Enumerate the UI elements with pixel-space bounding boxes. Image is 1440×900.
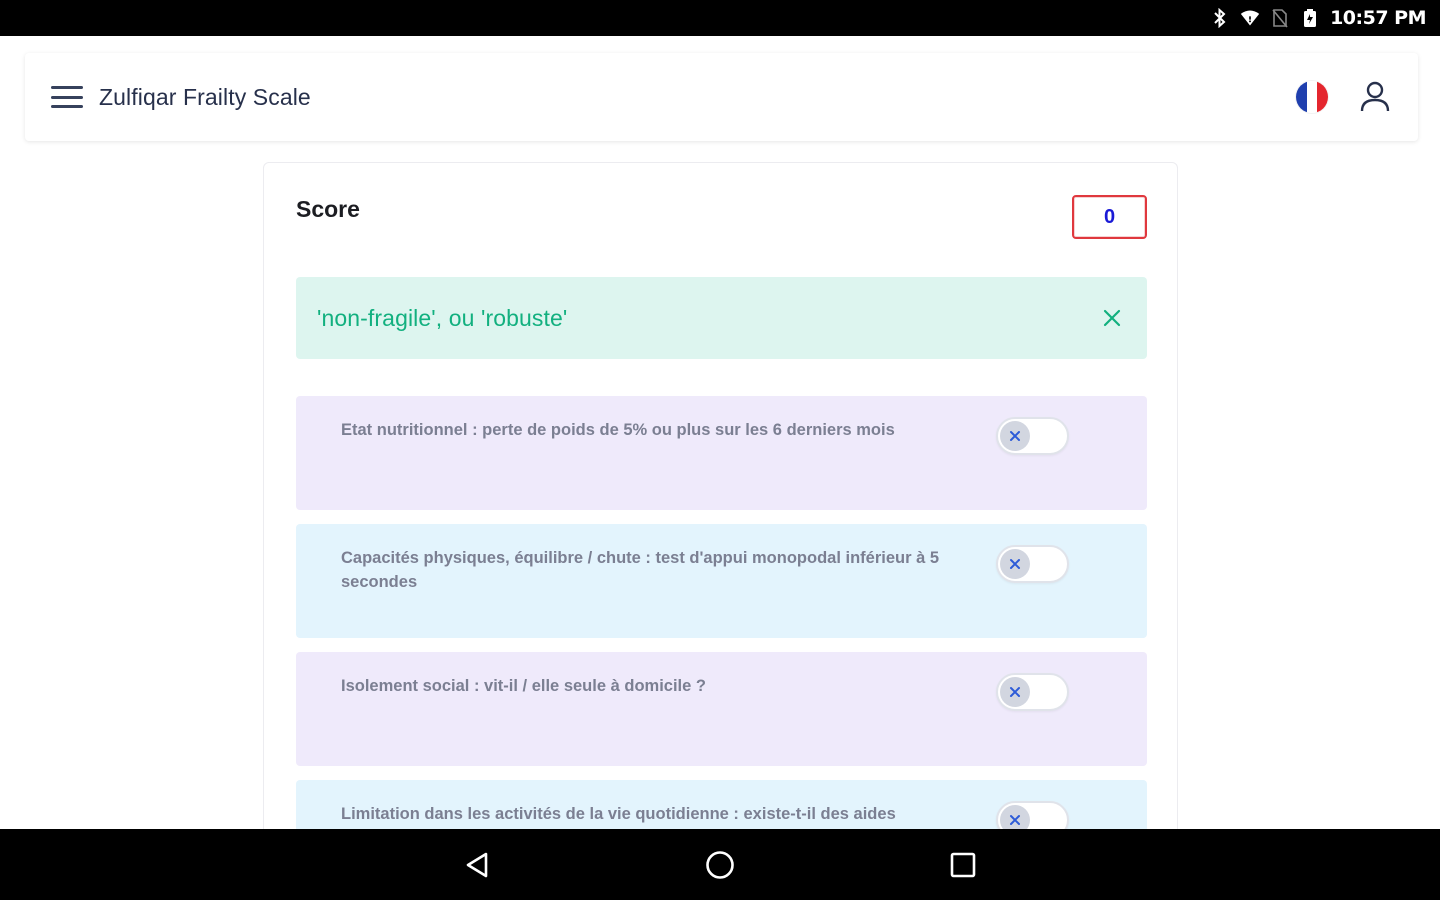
score-label: Score — [296, 196, 360, 222]
status-bar: 10:57 PM — [0, 0, 1440, 36]
bluetooth-icon — [1210, 8, 1230, 28]
result-banner: 'non-fragile', ou 'robuste' — [296, 277, 1147, 359]
toggle-off-icon — [1000, 549, 1030, 579]
hamburger-menu-icon[interactable] — [51, 83, 83, 111]
question-text: Isolement social : vit-il / elle seule à… — [341, 677, 706, 695]
close-icon[interactable] — [1101, 307, 1123, 329]
app-bar: Zulfiqar Frailty Scale — [25, 53, 1418, 141]
result-text: 'non-fragile', ou 'robuste' — [317, 304, 568, 331]
no-sim-icon — [1270, 8, 1290, 28]
status-time: 10:57 PM — [1330, 7, 1426, 29]
user-account-icon[interactable] — [1358, 80, 1392, 114]
question-nutrition: Etat nutritionnel : perte de poids de 5%… — [296, 396, 1147, 510]
score-value: 0 — [1072, 195, 1147, 239]
app-title: Zulfiqar Frailty Scale — [99, 83, 311, 110]
battery-icon — [1300, 8, 1320, 28]
question-text: Etat nutritionnel : perte de poids de 5%… — [341, 421, 895, 439]
toggle-off-icon — [1000, 677, 1030, 707]
question-isolation: Isolement social : vit-il / elle seule à… — [296, 652, 1147, 766]
frailty-score-card: Score 0 'non-fragile', ou 'robuste' Etat… — [263, 162, 1178, 894]
question-text: Limitation dans les activités de la vie … — [341, 805, 896, 823]
question-text: Capacités physiques, équilibre / chute :… — [341, 549, 940, 591]
question-toggle[interactable] — [996, 417, 1069, 455]
toggle-off-icon — [1000, 421, 1030, 451]
recents-icon[interactable] — [842, 829, 1085, 900]
back-icon[interactable] — [356, 829, 599, 900]
system-nav-bar — [0, 829, 1440, 900]
question-physical: Capacités physiques, équilibre / chute :… — [296, 524, 1147, 638]
home-icon[interactable] — [599, 829, 842, 900]
question-toggle[interactable] — [996, 545, 1069, 583]
app-bar-actions — [1296, 80, 1392, 114]
wifi-icon — [1240, 8, 1260, 28]
france-flag-icon[interactable] — [1296, 81, 1328, 113]
question-toggle[interactable] — [996, 673, 1069, 711]
